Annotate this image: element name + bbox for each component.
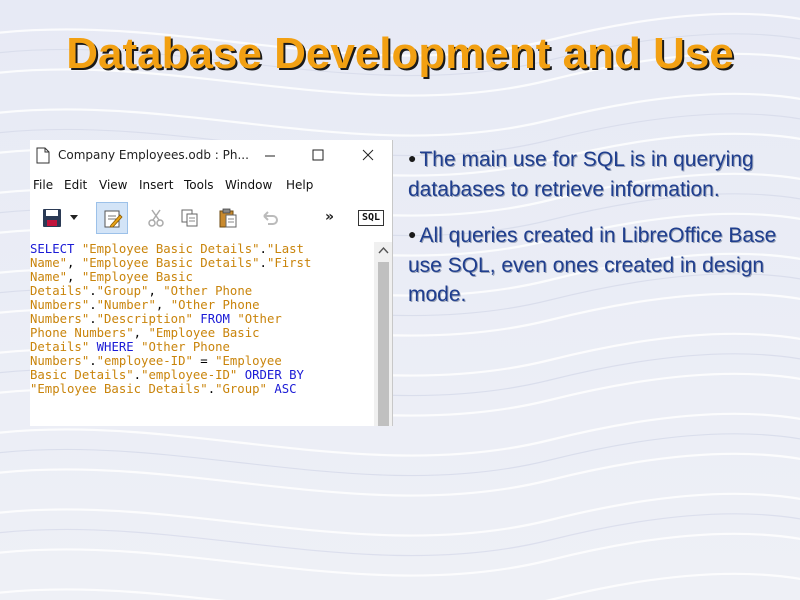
run-sql-direct-button[interactable]: SQL [356, 204, 386, 232]
chevron-down-icon [70, 215, 78, 220]
paste-button[interactable] [214, 204, 242, 232]
close-button[interactable] [354, 144, 382, 168]
base-query-window: Company Employees.odb : Ph... File Edit … [30, 140, 393, 426]
sql-editor[interactable]: SELECT "Employee Basic Details"."Last Na… [30, 242, 374, 426]
menu-view[interactable]: View [99, 178, 127, 192]
scissors-icon [148, 209, 164, 227]
sql-keyword: SELECT [30, 242, 75, 256]
bullet-item: ● The main use for SQL is in querying dat… [408, 144, 778, 204]
sql-keyword: FROM [200, 312, 230, 326]
window-titlebar[interactable]: Company Employees.odb : Ph... [30, 140, 392, 174]
maximize-button[interactable] [304, 144, 332, 168]
minimize-icon [265, 155, 275, 157]
sql-keyword: ORDER BY [244, 368, 304, 382]
minimize-button[interactable] [256, 144, 284, 168]
menu-help[interactable]: Help [286, 178, 313, 192]
more-label: » [325, 209, 335, 225]
sql-icon: SQL [358, 210, 384, 226]
menu-bar: File Edit View Insert Tools Window Help [30, 176, 392, 196]
sql-label: SQL [361, 212, 381, 223]
window-title: Company Employees.odb : Ph... [58, 148, 249, 162]
cut-button[interactable] [142, 204, 170, 232]
bullet-dot-icon: ● [408, 150, 417, 166]
bullet-dot-icon: ● [408, 226, 417, 242]
menu-insert[interactable]: Insert [139, 178, 173, 192]
edit-mode-button[interactable] [96, 202, 128, 234]
menu-edit[interactable]: Edit [64, 178, 87, 192]
more-tools-button[interactable]: » [322, 204, 340, 232]
bullet-list: ● The main use for SQL is in querying dat… [408, 144, 778, 326]
clipboard-icon [219, 208, 237, 228]
copy-icon [181, 209, 198, 227]
save-dropdown-button[interactable] [68, 204, 80, 232]
edit-icon [104, 210, 123, 228]
menu-file[interactable]: File [33, 178, 53, 192]
bullet-text: The main use for SQL is in querying data… [408, 148, 754, 201]
save-icon [43, 209, 61, 227]
sql-keyword: WHERE [96, 340, 134, 354]
close-icon [362, 149, 374, 161]
maximize-icon [312, 149, 324, 161]
sql-keyword: ASC [274, 382, 297, 396]
scrollbar-thumb[interactable] [378, 262, 389, 426]
menu-window[interactable]: Window [225, 178, 272, 192]
scroll-up-icon[interactable] [378, 246, 389, 254]
document-icon [36, 147, 50, 164]
save-button[interactable] [38, 204, 66, 232]
query-toolbar: » SQL [30, 198, 392, 238]
bullet-text: All queries created in LibreOffice Base … [408, 224, 777, 306]
bullet-item: ● All queries created in LibreOffice Base… [408, 220, 778, 310]
menu-tools[interactable]: Tools [184, 178, 214, 192]
vertical-scrollbar[interactable] [374, 242, 392, 426]
copy-button[interactable] [176, 204, 204, 232]
slide-title: Database Development and Use [66, 29, 734, 78]
undo-icon [263, 211, 278, 225]
undo-button[interactable] [256, 204, 284, 232]
